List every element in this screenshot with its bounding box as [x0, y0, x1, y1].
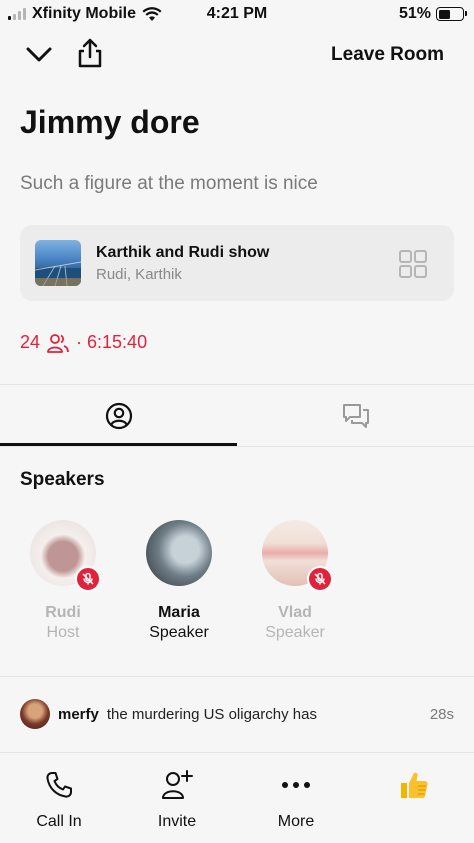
add-user-icon	[127, 767, 227, 803]
tab-participants[interactable]	[0, 386, 237, 446]
chat-username: merfy	[58, 705, 99, 723]
muted-mic-icon	[75, 566, 101, 592]
speaker-role: Host	[46, 624, 80, 641]
phone-icon	[9, 767, 109, 803]
club-thumbnail	[35, 240, 81, 286]
status-bar: Xfinity Mobile 4:21 PM 51%	[0, 0, 474, 28]
club-card[interactable]: Karthik and Rudi show Rudi, Karthik	[20, 225, 454, 301]
club-name: Karthik and Rudi show	[96, 244, 270, 261]
thumbs-up-icon	[364, 767, 464, 803]
share-icon[interactable]	[76, 36, 104, 70]
divider	[0, 384, 474, 385]
chevron-down-icon[interactable]	[24, 40, 54, 70]
more-icon	[246, 767, 346, 803]
speaker-role: Speaker	[149, 624, 209, 641]
chat-text: the murdering US oligarchy has	[106, 705, 317, 723]
room-description: Such a figure at the moment is nice	[20, 173, 318, 194]
invite-button[interactable]: Invite	[127, 767, 227, 831]
speaker-role: Speaker	[265, 624, 325, 641]
muted-mic-icon	[307, 566, 333, 592]
listener-count: 24	[20, 332, 41, 352]
divider	[0, 676, 474, 677]
speaker-maria[interactable]: Maria Speaker	[119, 520, 239, 642]
listeners-icon	[47, 333, 69, 353]
avatar	[146, 520, 212, 586]
speaker-vlad[interactable]: Vlad Speaker	[235, 520, 355, 642]
speaker-name: Vlad	[278, 604, 312, 621]
grid-icon[interactable]	[398, 249, 428, 284]
speaker-name: Rudi	[45, 604, 81, 621]
more-button[interactable]: More	[246, 767, 346, 831]
call-in-button[interactable]: Call In	[9, 767, 109, 831]
room-tabs	[0, 386, 474, 446]
user-icon	[105, 402, 132, 430]
leave-room-button[interactable]: Leave Room	[331, 44, 444, 66]
room-duration: · 6:15:40	[76, 332, 148, 352]
speaker-rudi[interactable]: Rudi Host	[3, 520, 123, 642]
chat-bubbles-icon	[342, 404, 369, 428]
speakers-heading: Speakers	[20, 469, 105, 490]
chat-timestamp: 28s	[429, 705, 454, 723]
bottom-bar-label: Invite	[157, 813, 197, 830]
room-top-bar: Leave Room	[0, 36, 474, 72]
reaction-button[interactable]	[364, 767, 464, 803]
bottom-action-bar: Call In Invite More	[0, 752, 474, 843]
avatar	[20, 699, 50, 729]
battery-percent: 51%	[398, 5, 431, 22]
battery-info: 51%	[398, 5, 467, 23]
speaker-name: Maria	[158, 604, 200, 621]
battery-icon	[436, 7, 467, 21]
bottom-bar-label: Call In	[36, 813, 82, 830]
bottom-bar-label: More	[277, 813, 315, 830]
chat-message[interactable]: merfy the murdering US oligarchy has 28s	[20, 698, 454, 730]
divider	[0, 446, 474, 447]
room-title: Jimmy dore	[20, 104, 200, 140]
club-members: Rudi, Karthik	[96, 266, 182, 283]
room-stats: 24 · 6:15:40	[20, 332, 147, 353]
tab-chat[interactable]	[237, 386, 474, 446]
